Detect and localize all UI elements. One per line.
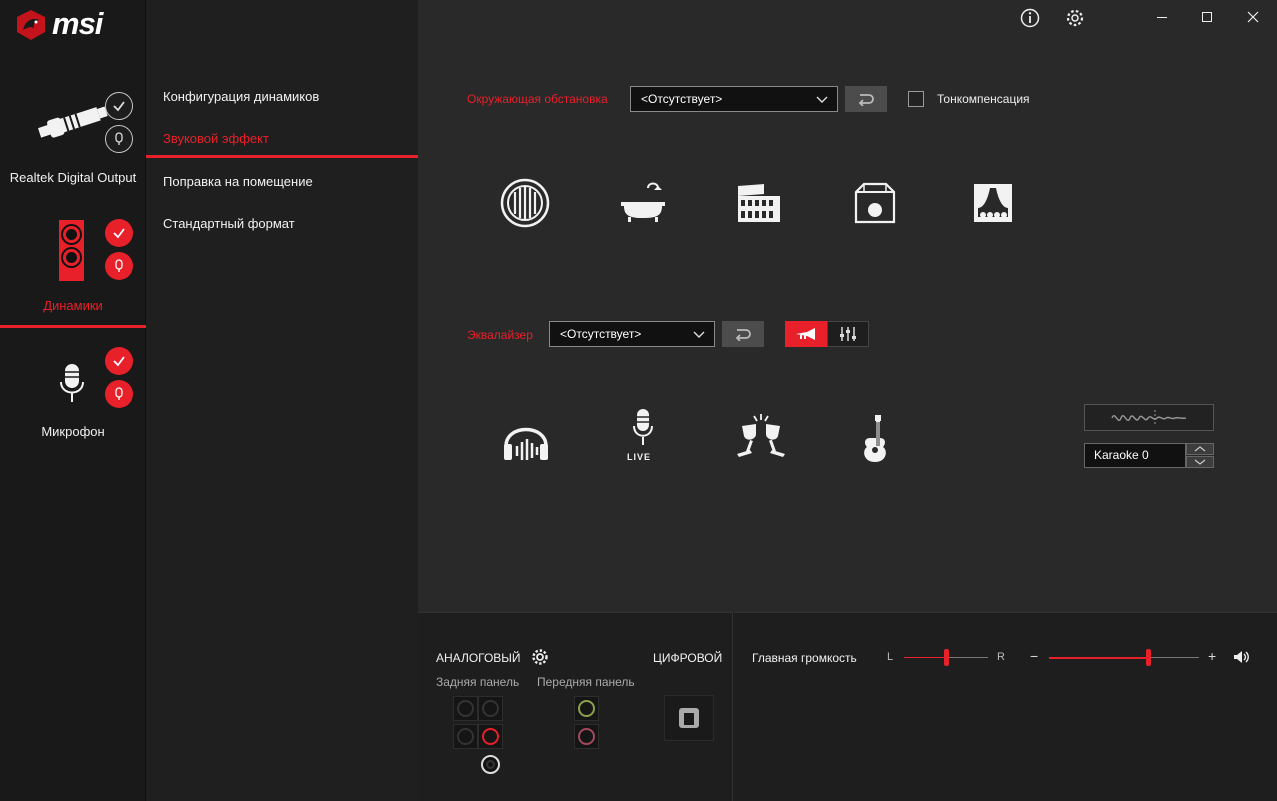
speaker-icon [59,220,84,281]
environment-reset-button[interactable] [845,86,887,112]
default-communication-icon [105,252,133,280]
analog-settings-gear-icon[interactable] [531,648,549,671]
optical-plug-icon [38,106,108,138]
sliders-icon [840,327,856,341]
equalizer-label: Эквалайзер [467,328,533,342]
chevron-down-icon [1194,459,1206,465]
sound-wave-icon [1111,409,1187,426]
volume-plus-icon[interactable]: + [1208,648,1216,664]
equalizer-select-value: <Отсутствует> [560,327,642,341]
balance-fill [904,657,946,658]
default-communication-icon [105,380,133,408]
rear-panel-label: Задняя панель [436,675,520,689]
rear-jack-black[interactable] [481,755,500,774]
close-icon[interactable] [1241,5,1265,29]
minimize-icon[interactable] [1150,5,1174,29]
balance-left-label: L [887,651,894,663]
master-volume-label: Главная громкость [752,651,857,665]
theater-icon[interactable] [972,182,1014,224]
menu-item-speaker-config[interactable]: Конфигурация динамиков [163,89,319,104]
headphones-icon[interactable] [502,418,550,462]
eq-custom-mode-button[interactable] [827,321,869,347]
main-content: Окружающая обстановка <Отсутствует> Тонк… [418,0,1277,612]
volume-panel: Главная громкость L R − + [734,612,1277,801]
menu-item-room-correction[interactable]: Поправка на помещение [163,174,313,189]
device-speakers[interactable]: Динамики [0,210,146,328]
reset-arrow-icon [858,94,874,106]
rear-jack[interactable] [453,696,478,721]
karaoke-value: Karaoke 0 [1094,448,1149,462]
device-label: Динамики [43,298,103,313]
chevron-down-icon [693,331,705,338]
volume-minus-icon[interactable]: − [1030,648,1038,664]
karaoke-down-button[interactable] [1186,456,1214,468]
maximize-icon[interactable] [1195,5,1219,29]
balance-slider[interactable] [904,649,988,666]
gear-icon[interactable] [1063,6,1087,30]
environment-label: Окружающая обстановка [467,92,608,106]
device-label: Realtek Digital Output [9,170,137,185]
eq-preset-mode-button[interactable] [785,321,827,347]
live-text: LIVE [627,452,652,462]
volume-slider[interactable] [1049,649,1199,666]
device-microphone[interactable]: Микрофон [0,340,146,450]
front-jack-mic[interactable] [574,724,599,749]
default-device-check-icon [105,219,133,247]
msi-dragon-icon [17,10,45,40]
logo-bar: msi [0,0,146,48]
default-communication-icon [105,125,133,153]
msi-logo-text: msi [52,6,103,41]
settings-menu: Конфигурация динамиков Звуковой эффект П… [146,0,418,801]
loudness-label: Тонкомпенсация [937,92,1030,106]
bathroom-icon[interactable] [618,180,668,226]
volume-thumb[interactable] [1146,649,1151,666]
balance-right-label: R [997,651,1005,663]
spdif-port-icon[interactable] [664,695,714,741]
environment-select[interactable]: <Отсутствует> [630,86,838,112]
info-icon[interactable] [1018,6,1042,30]
loudness-checkbox[interactable] [908,91,924,107]
reset-arrow-icon [735,329,751,341]
balance-thumb[interactable] [944,649,949,666]
front-panel-label: Передняя панель [537,675,635,689]
rear-jack[interactable] [453,724,478,749]
stage-icon[interactable] [854,182,896,224]
active-device-underline [0,325,146,328]
rear-jack[interactable] [478,696,503,721]
connector-panel: АНАЛОГОВЫЙ ЦИФРОВОЙ Задняя панель Передн… [418,612,733,801]
rear-jack-active[interactable] [478,724,503,749]
colosseum-icon[interactable] [736,182,782,224]
trumpet-icon [796,328,815,340]
analog-label: АНАЛОГОВЫЙ [436,651,521,665]
karaoke-up-button[interactable] [1186,443,1214,455]
menu-item-default-format[interactable]: Стандартный формат [163,216,295,231]
live-mic-icon[interactable]: LIVE [626,408,660,464]
environment-select-value: <Отсутствует> [641,92,723,106]
chevron-up-icon [1194,446,1206,452]
volume-fill [1049,656,1148,659]
party-cheers-icon[interactable] [734,412,788,460]
voice-wave-button[interactable] [1084,404,1214,431]
speaker-volume-icon[interactable] [1233,650,1251,669]
guitar-icon[interactable] [858,414,892,464]
default-device-check-icon [105,92,133,120]
equalizer-reset-button[interactable] [722,321,764,347]
environment-preset-icon[interactable] [500,178,550,228]
digital-label: ЦИФРОВОЙ [653,651,723,665]
device-label: Микрофон [41,424,105,439]
device-panel: msi Realtek Digital Output Динамики Микр… [0,0,146,801]
active-menu-underline [146,155,418,158]
karaoke-field[interactable]: Karaoke 0 [1084,443,1186,468]
device-digital-output[interactable]: Realtek Digital Output [0,82,146,192]
chevron-down-icon [816,96,828,103]
default-device-check-icon [105,347,133,375]
menu-item-sound-effect[interactable]: Звуковой эффект [163,131,269,146]
equalizer-select[interactable]: <Отсутствует> [549,321,715,347]
microphone-icon [60,364,84,402]
front-jack-headphone[interactable] [574,696,599,721]
